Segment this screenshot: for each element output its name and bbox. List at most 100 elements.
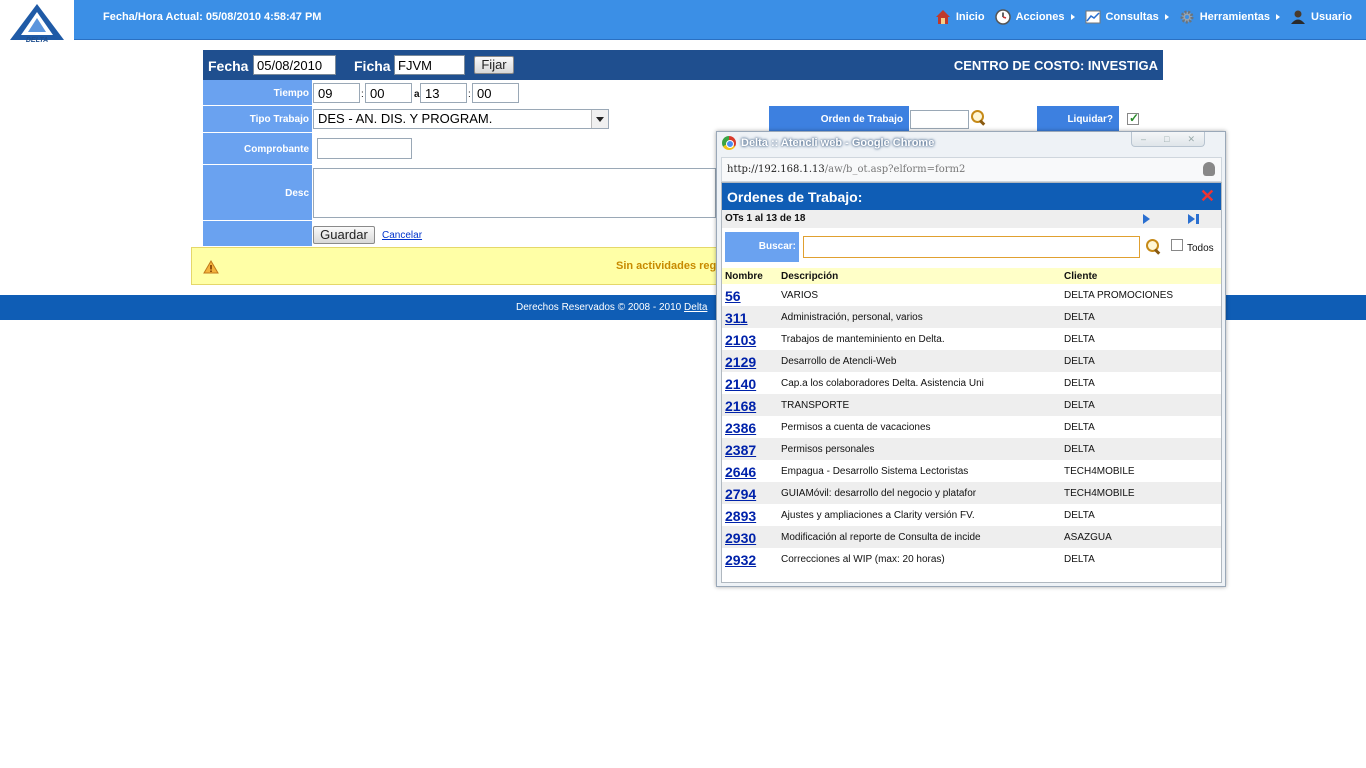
ot-number-link[interactable]: 2129 <box>725 354 756 370</box>
ot-number-link[interactable]: 311 <box>725 310 748 326</box>
ordenes-trabajo-popup: Delta :: Atencli web - Google Chrome – □… <box>716 131 1226 587</box>
tiempo-label: Tiempo <box>203 80 312 106</box>
ot-number-link[interactable]: 2140 <box>725 376 756 392</box>
buscar-input[interactable] <box>803 236 1140 258</box>
fecha-input[interactable] <box>253 55 336 75</box>
ot-cliente: DELTA <box>1064 510 1095 521</box>
tiempo-a-separator: a <box>414 89 420 100</box>
chevron-right-icon <box>1070 14 1075 20</box>
table-row: 2103 Trabajos de manteminiento en Delta. D… <box>722 328 1221 350</box>
comprobante-label: Comprobante <box>203 133 312 165</box>
search-icon[interactable] <box>970 109 986 125</box>
tipo-trabajo-value: DES - AN. DIS. Y PROGRAM. <box>318 111 493 126</box>
maximize-button[interactable]: □ <box>1164 134 1169 144</box>
ot-number-link[interactable]: 2168 <box>725 398 756 414</box>
fijar-button[interactable]: Fijar <box>474 56 514 74</box>
window-controls: – □ ✕ <box>1131 132 1205 147</box>
nav-usuario[interactable]: Usuario <box>1290 9 1352 25</box>
url-bar[interactable]: http://192.168.1.13/aw/b_ot.asp?elform=f… <box>721 157 1222 182</box>
ordenes-heading: Ordenes de Trabajo: <box>727 189 863 205</box>
copyright-text: Derechos Reservados © 2008 - 2010 Delta <box>516 302 707 313</box>
ot-descripcion: Empagua - Desarrollo Sistema Lectoristas <box>781 466 969 477</box>
ot-cliente: DELTA <box>1064 334 1095 345</box>
ot-number-link[interactable]: 2103 <box>725 332 756 348</box>
clock-icon <box>994 9 1011 25</box>
user-icon <box>1291 10 1306 24</box>
nav-acciones[interactable]: Acciones <box>994 9 1075 25</box>
desc-label: Desc <box>203 165 312 221</box>
ot-number-link[interactable]: 2932 <box>725 552 756 568</box>
ot-cliente: DELTA <box>1064 378 1095 389</box>
fecha-label: Fecha <box>208 58 249 74</box>
logo-icon: DELTA <box>10 4 64 44</box>
liquidar-checkbox[interactable]: ✓ <box>1127 111 1140 125</box>
guardar-button[interactable]: Guardar <box>313 226 375 244</box>
table-row: 56 VARIOS DELTA PROMOCIONES <box>722 284 1221 306</box>
ot-cliente: DELTA <box>1064 444 1095 455</box>
ot-cliente: DELTA <box>1064 400 1095 411</box>
orden-trabajo-label: Orden de Trabajo <box>769 106 909 132</box>
tiempo-minuto-inicio[interactable] <box>365 83 412 103</box>
nav-herramientas[interactable]: Herramientas <box>1179 9 1281 25</box>
search-icon[interactable] <box>1145 238 1161 254</box>
minimize-button[interactable]: – <box>1141 134 1146 144</box>
nav-inicio[interactable]: Inicio <box>935 9 985 25</box>
ot-descripcion: Cap.a los colaboradores Delta. Asistenci… <box>781 378 984 389</box>
tiempo-minuto-fin[interactable] <box>472 83 519 103</box>
ot-number-link[interactable]: 2930 <box>725 530 756 546</box>
last-page-icon[interactable] <box>1188 214 1200 224</box>
ot-cliente: DELTA <box>1064 312 1095 323</box>
table-row: 311 Administración, personal, varios DELTA <box>722 306 1221 328</box>
pager-text: OTs 1 al 13 de 18 <box>725 213 806 224</box>
select-arrow[interactable] <box>591 110 608 128</box>
chrome-icon <box>722 136 736 150</box>
popup-content: Ordenes de Trabajo: ✕ OTs 1 al 13 de 18 … <box>721 182 1222 583</box>
todos-checkbox[interactable] <box>1171 239 1183 251</box>
colon-separator: : <box>468 89 471 100</box>
table-row: 2129 Desarrollo de Atencli-Web DELTA <box>722 350 1221 372</box>
ot-descripcion: TRANSPORTE <box>781 400 850 411</box>
close-icon[interactable]: ✕ <box>1200 187 1215 205</box>
table-body: 56 VARIOS DELTA PROMOCIONES 311 Administrac… <box>722 284 1221 570</box>
ot-number-link[interactable]: 2646 <box>725 464 756 480</box>
tiempo-hora-inicio[interactable] <box>313 83 360 103</box>
table-row: 2932 Correcciones al WIP (max: 20 horas) D… <box>722 548 1221 570</box>
ot-descripcion: GUIAMóvil: desarrollo del negocio y plat… <box>781 488 977 499</box>
comprobante-input[interactable] <box>317 138 412 159</box>
nav-inicio-label: Inicio <box>955 11 985 23</box>
ficha-input[interactable] <box>394 55 465 75</box>
nav-consultas-label: Consultas <box>1105 11 1159 23</box>
chevron-right-icon <box>1164 14 1169 20</box>
url-text: http://192.168.1.13/aw/b_ot.asp?elform=f… <box>727 164 965 175</box>
todos-label: Todos <box>1187 243 1214 254</box>
ot-number-link[interactable]: 56 <box>725 288 741 304</box>
ot-cliente: DELTA <box>1064 422 1095 433</box>
ot-descripcion: Administración, personal, varios <box>781 312 923 323</box>
next-page-icon[interactable] <box>1143 214 1150 224</box>
desc-textarea[interactable] <box>313 168 716 218</box>
ot-cliente: ASAZGUA <box>1064 532 1112 543</box>
ot-number-link[interactable]: 2794 <box>725 486 756 502</box>
ot-cliente: DELTA <box>1064 356 1095 367</box>
delta-footer-link[interactable]: Delta <box>684 302 707 313</box>
lightbulb-icon[interactable] <box>1203 162 1215 176</box>
top-nav: Inicio Acciones Consultas Herramientas U… <box>925 9 1352 25</box>
url-path: /aw/b_ot.asp?elform=form2 <box>824 164 966 175</box>
check-icon: ✓ <box>1129 111 1140 125</box>
tiempo-hora-fin[interactable] <box>420 83 467 103</box>
close-window-button[interactable]: ✕ <box>1187 134 1195 145</box>
ot-number-link[interactable]: 2893 <box>725 508 756 524</box>
ot-number-link[interactable]: 2386 <box>725 420 756 436</box>
cancelar-link[interactable]: Cancelar <box>382 230 422 241</box>
ficha-label: Ficha <box>354 58 391 74</box>
table-row: 2930 Modificación al reporte de Consulta … <box>722 526 1221 548</box>
delta-logo[interactable]: DELTA <box>0 0 74 46</box>
nav-consultas[interactable]: Consultas <box>1085 9 1169 25</box>
chevron-right-icon <box>1276 14 1281 20</box>
ot-descripcion: Permisos a cuenta de vacaciones <box>781 422 931 433</box>
table-row: 2386 Permisos a cuenta de vacaciones DELTA <box>722 416 1221 438</box>
ordenes-heading-bar: Ordenes de Trabajo: ✕ <box>722 183 1221 210</box>
tipo-trabajo-select[interactable]: DES - AN. DIS. Y PROGRAM. <box>313 109 609 129</box>
orden-trabajo-input[interactable] <box>910 110 969 129</box>
ot-number-link[interactable]: 2387 <box>725 442 756 458</box>
